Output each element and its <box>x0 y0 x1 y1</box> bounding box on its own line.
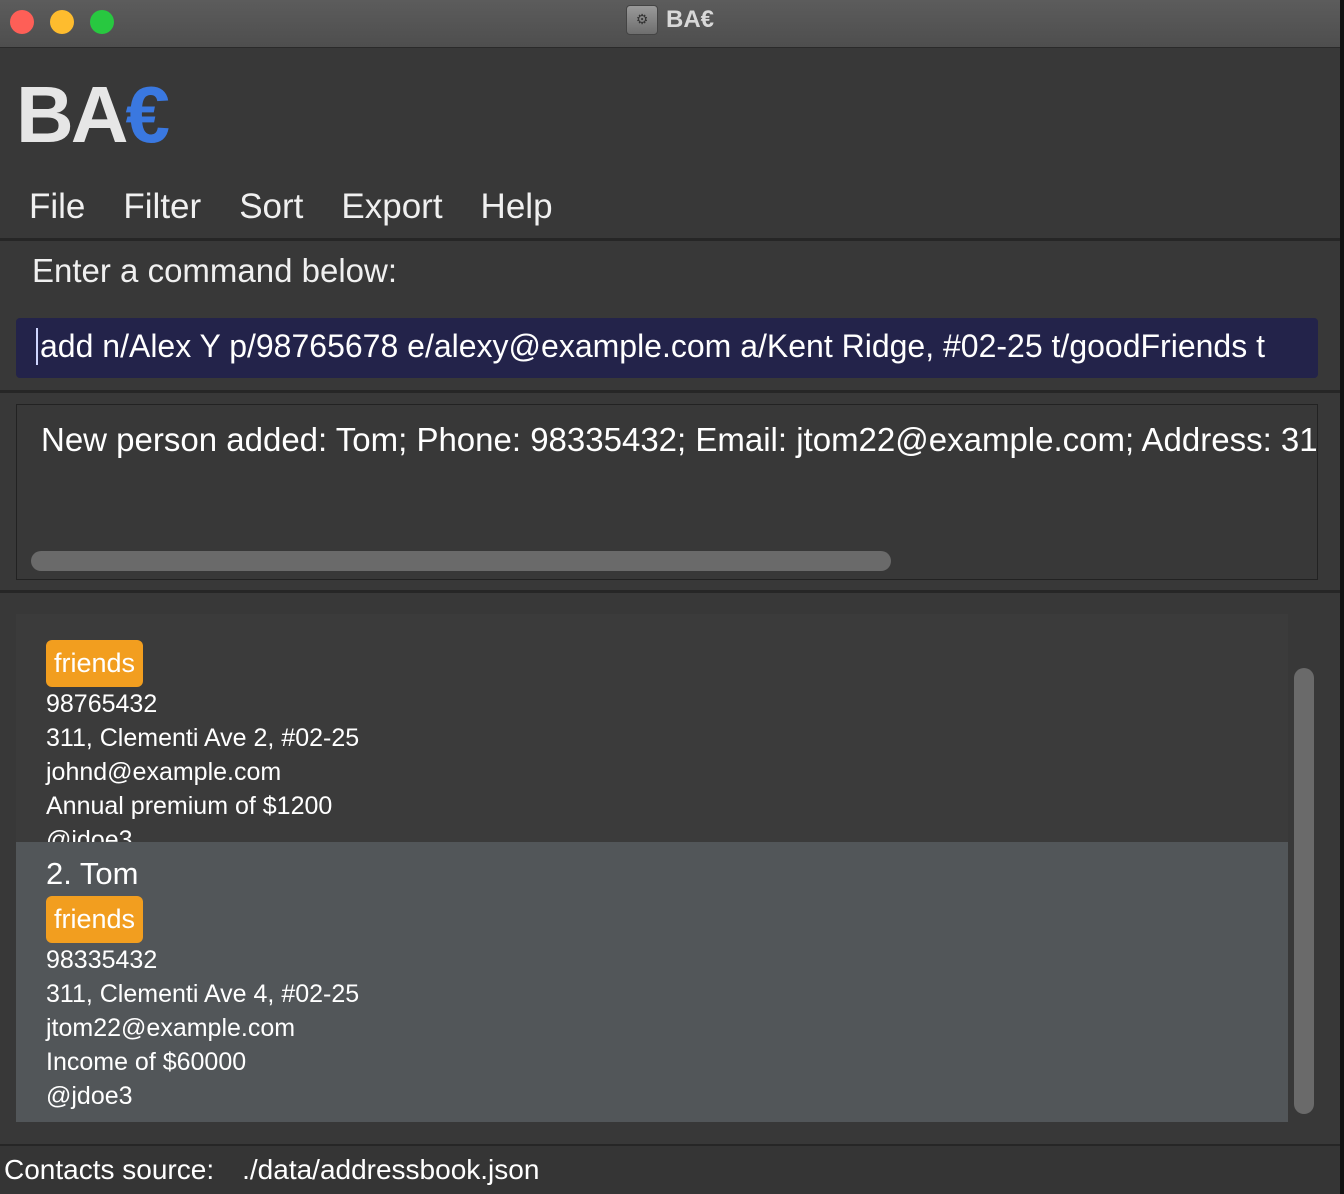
logo-text: BA <box>16 70 129 159</box>
person-phone: 98765432 <box>46 690 158 718</box>
menu-file[interactable]: File <box>10 187 104 227</box>
window-edge <box>1340 0 1344 1194</box>
window-title: BA€ <box>665 6 714 33</box>
person-name <box>46 614 1288 638</box>
person-email: jtom22@example.com <box>46 1014 296 1042</box>
divider <box>0 390 1340 393</box>
person-tag: friends <box>46 896 144 943</box>
app-icon: ⚙ <box>625 5 658 35</box>
result-message: New person added: Tom; Phone: 98335432; … <box>41 421 1318 458</box>
menu-export[interactable]: Export <box>322 187 461 227</box>
divider <box>0 238 1340 241</box>
window-title-group: ⚙ BA€ <box>0 4 1340 36</box>
result-horizontal-scrollbar[interactable] <box>31 551 891 571</box>
command-input[interactable] <box>36 328 1318 365</box>
person-address: 311, Clementi Ave 4, #02-25 <box>46 980 360 1008</box>
person-address: 311, Clementi Ave 2, #02-25 <box>46 724 360 752</box>
person-name: 2. Tom <box>46 856 139 891</box>
person-list-vertical-scrollbar[interactable] <box>1294 668 1314 1114</box>
person-note: Income of $60000 <box>46 1048 247 1076</box>
app-window: ⚙ BA€ BA€ File Filter Sort Export Help E… <box>0 0 1340 1194</box>
person-list: friends 98765432 311, Clementi Ave 2, #0… <box>16 614 1288 1122</box>
divider <box>0 590 1340 593</box>
status-bar: Contacts source: ./data/addressbook.json <box>0 1144 1340 1194</box>
person-tag: friends <box>46 640 144 687</box>
person-email: johnd@example.com <box>46 758 282 786</box>
command-box[interactable] <box>16 318 1318 378</box>
person-phone: 98335432 <box>46 946 158 974</box>
title-bar[interactable]: ⚙ BA€ <box>0 0 1340 48</box>
menu-bar: File Filter Sort Export Help <box>0 176 1340 238</box>
result-display: New person added: Tom; Phone: 98335432; … <box>16 404 1318 580</box>
command-label: Enter a command below: <box>32 252 398 289</box>
menu-filter[interactable]: Filter <box>104 187 220 227</box>
status-label: Contacts source: <box>4 1154 215 1185</box>
person-card-selected[interactable]: 2. Tom friends 98335432 311, Clementi Av… <box>16 842 1288 1122</box>
person-card[interactable]: friends 98765432 311, Clementi Ave 2, #0… <box>16 614 1288 854</box>
menu-sort[interactable]: Sort <box>220 187 322 227</box>
logo-euro-symbol: € <box>125 70 170 159</box>
status-file-path: ./data/addressbook.json <box>242 1154 540 1185</box>
person-handle: @jdoe3 <box>46 1082 133 1110</box>
menu-help[interactable]: Help <box>462 187 572 227</box>
app-logo: BA€ <box>16 70 170 160</box>
person-note: Annual premium of $1200 <box>46 792 333 820</box>
